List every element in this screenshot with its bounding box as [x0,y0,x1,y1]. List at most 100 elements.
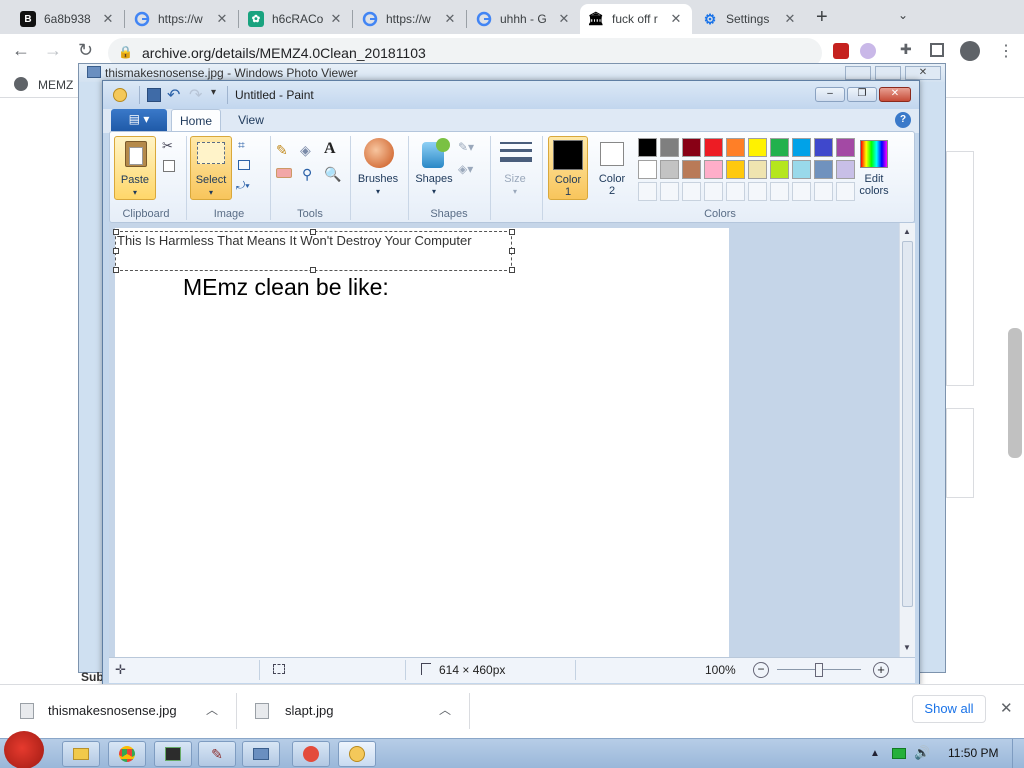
tray-expand-icon[interactable]: ▲ [870,748,880,759]
palette-swatch-empty[interactable] [638,182,657,201]
palette-swatch[interactable] [704,138,723,157]
palette-swatch-empty[interactable] [660,182,679,201]
taskbar-explorer[interactable] [62,741,100,767]
shapes-button[interactable]: Shapes ▾ [412,136,456,200]
puzzle-icon[interactable]: ✚ [900,41,912,58]
minimize-button[interactable] [845,66,871,80]
taskbar-app[interactable] [292,741,330,767]
color1-button[interactable]: Color 1 [548,136,588,200]
palette-swatch-empty[interactable] [814,182,833,201]
tab-1[interactable]: B 6a8b938 ✕ [12,4,124,34]
zoom-slider-thumb[interactable] [815,663,823,677]
fill-shape-icon[interactable]: ◈▾ [458,162,473,176]
restore-button[interactable]: ❐ [847,87,877,102]
fill-icon[interactable]: ◈ [300,142,311,159]
menu-icon[interactable]: ⋮ [998,41,1014,61]
volume-icon[interactable]: 🔊 [914,745,930,761]
tab-home[interactable]: Home [171,109,221,133]
zoom-out-button[interactable]: − [753,662,769,678]
tab-7[interactable]: ⚙ Settings ✕ [694,4,806,34]
taskbar-photo-viewer[interactable] [242,741,280,767]
pencil-icon[interactable]: ✎ [276,142,288,159]
close-button[interactable]: ✕ [879,87,911,102]
close-icon[interactable]: ✕ [1000,699,1013,717]
zoom-in-button[interactable]: + [873,662,889,678]
palette-swatch[interactable] [704,160,723,179]
palette-swatch-empty[interactable] [792,182,811,201]
taskbar-paint[interactable] [338,741,376,767]
minimize-button[interactable]: – [815,87,845,102]
close-icon[interactable]: ✕ [328,11,344,27]
palette-swatch-empty[interactable] [770,182,789,201]
vertical-scrollbar[interactable]: ▲ ▼ [899,223,915,657]
taskbar-chrome[interactable] [108,741,146,767]
brushes-button[interactable]: Brushes ▾ [354,136,402,200]
scroll-down-icon[interactable]: ▼ [903,643,911,652]
chevron-up-icon[interactable]: ︿ [206,701,218,718]
palette-swatch[interactable] [682,138,701,157]
scroll-up-icon[interactable]: ▲ [903,227,911,236]
bookmark-memz[interactable]: MEMZ [38,78,73,92]
palette-swatch[interactable] [660,138,679,157]
palette-swatch[interactable] [726,138,745,157]
forward-icon[interactable]: → [44,40,62,61]
palette-swatch[interactable] [638,138,657,157]
maximize-button[interactable] [875,66,901,80]
cut-icon[interactable]: ✂ [162,138,173,154]
tab-6-active[interactable]: 🏛 fuck off r ✕ [580,4,692,34]
palette-swatch-empty[interactable] [682,182,701,201]
scroll-thumb[interactable] [902,241,913,607]
color-picker-icon[interactable]: ⚲ [302,166,312,183]
reload-icon[interactable]: ↻ [78,40,93,61]
palette-swatch[interactable] [770,138,789,157]
drawing-canvas[interactable]: This Is Harmless That Means It Won't Des… [113,228,729,657]
tab-view[interactable]: View [227,109,275,131]
back-icon[interactable]: ← [12,40,30,61]
tab-3[interactable]: ✿ h6cRACo ✕ [240,4,352,34]
palette-swatch-empty[interactable] [748,182,767,201]
close-icon[interactable]: ✕ [214,11,230,27]
close-icon[interactable]: ✕ [782,11,798,27]
eraser-icon[interactable] [276,168,292,178]
close-icon[interactable]: ✕ [556,11,572,27]
paste-button[interactable]: Paste ▾ [114,136,156,200]
palette-swatch[interactable] [770,160,789,179]
save-icon[interactable] [147,88,161,102]
size-button[interactable]: Size ▾ [494,136,536,200]
crop-icon[interactable]: ⌗ [238,138,245,153]
download-item[interactable]: slapt.jpg ︿ [237,685,469,737]
page-scrollbar[interactable] [1008,328,1022,458]
palette-swatch[interactable] [748,138,767,157]
download-item[interactable]: thismakesnosense.jpg ︿ [0,685,236,737]
taskbar-app[interactable] [154,741,192,767]
palette-swatch[interactable] [660,160,679,179]
paint-app-icon[interactable] [113,88,127,102]
close-button[interactable]: ✕ [905,66,941,80]
avatar[interactable] [960,41,980,61]
new-tab-icon[interactable]: + [816,6,828,29]
rotate-icon[interactable]: ⤾▾ [236,180,250,193]
extension-icon[interactable] [860,43,876,59]
tab-2[interactable]: https://w ✕ [126,4,238,34]
paint-menu-button[interactable]: ▤ ▾ [111,109,167,131]
palette-swatch[interactable] [792,138,811,157]
clock[interactable]: 11:50 PM [948,746,998,760]
palette-swatch[interactable] [814,138,833,157]
magnifier-icon[interactable]: 🔍 [324,166,341,183]
text-tool-icon[interactable]: A [324,140,336,158]
tab-4[interactable]: https://w ✕ [354,4,466,34]
undo-icon[interactable]: ↶ [167,85,180,105]
resize-icon[interactable] [238,160,250,170]
palette-swatch[interactable] [814,160,833,179]
outline-icon[interactable]: ✎▾ [458,140,474,154]
select-button[interactable]: Select ▾ [190,136,232,200]
copy-icon[interactable] [163,160,175,172]
redo-icon[interactable]: ↷ [189,85,202,105]
palette-swatch-empty[interactable] [704,182,723,201]
palette-swatch[interactable] [792,160,811,179]
close-icon[interactable]: ✕ [668,11,684,27]
help-icon[interactable]: ? [895,112,911,128]
palette-swatch[interactable] [682,160,701,179]
palette-swatch-empty[interactable] [726,182,745,201]
taskbar-app[interactable]: ✎ [198,741,236,767]
